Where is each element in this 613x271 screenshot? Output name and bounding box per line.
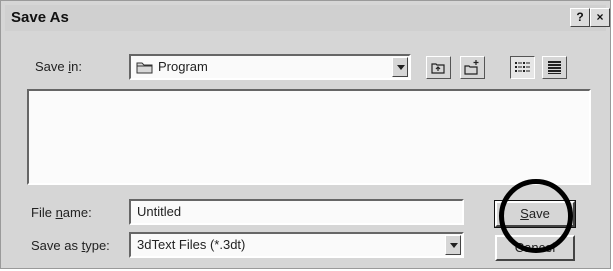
save-in-label: Save in: (35, 59, 82, 74)
help-button[interactable]: ? (570, 8, 590, 27)
save-as-type-dropdown-button[interactable] (445, 235, 461, 255)
save-in-combo[interactable]: Program (129, 54, 411, 80)
save-as-dialog: Save As ? × Save in: Program File name: … (0, 0, 611, 269)
file-name-label: File name: (31, 205, 92, 220)
save-as-type-value: 3dText Files (*.3dt) (137, 237, 246, 252)
up-one-level-button[interactable] (426, 56, 451, 79)
dialog-title: Save As (11, 9, 69, 26)
list-view-icon (515, 62, 530, 72)
save-in-dropdown-button[interactable] (392, 57, 408, 77)
close-button[interactable]: × (590, 8, 610, 27)
details-view-icon (548, 61, 561, 74)
file-name-value: Untitled (137, 204, 182, 219)
file-name-input[interactable]: Untitled (129, 199, 464, 225)
create-new-folder-button[interactable] (460, 56, 485, 79)
highlight-circle (499, 179, 573, 253)
file-list[interactable] (27, 89, 591, 185)
save-as-type-combo[interactable]: 3dText Files (*.3dt) (129, 232, 464, 258)
up-one-level-icon (431, 63, 445, 74)
save-in-value: Program (158, 59, 208, 74)
folder-icon (136, 62, 153, 74)
list-view-button[interactable] (510, 56, 535, 79)
details-view-button[interactable] (542, 56, 567, 79)
title-bar[interactable]: Save As ? × (5, 5, 610, 31)
save-as-type-label: Save as type: (31, 238, 110, 253)
create-new-folder-icon (464, 60, 479, 75)
